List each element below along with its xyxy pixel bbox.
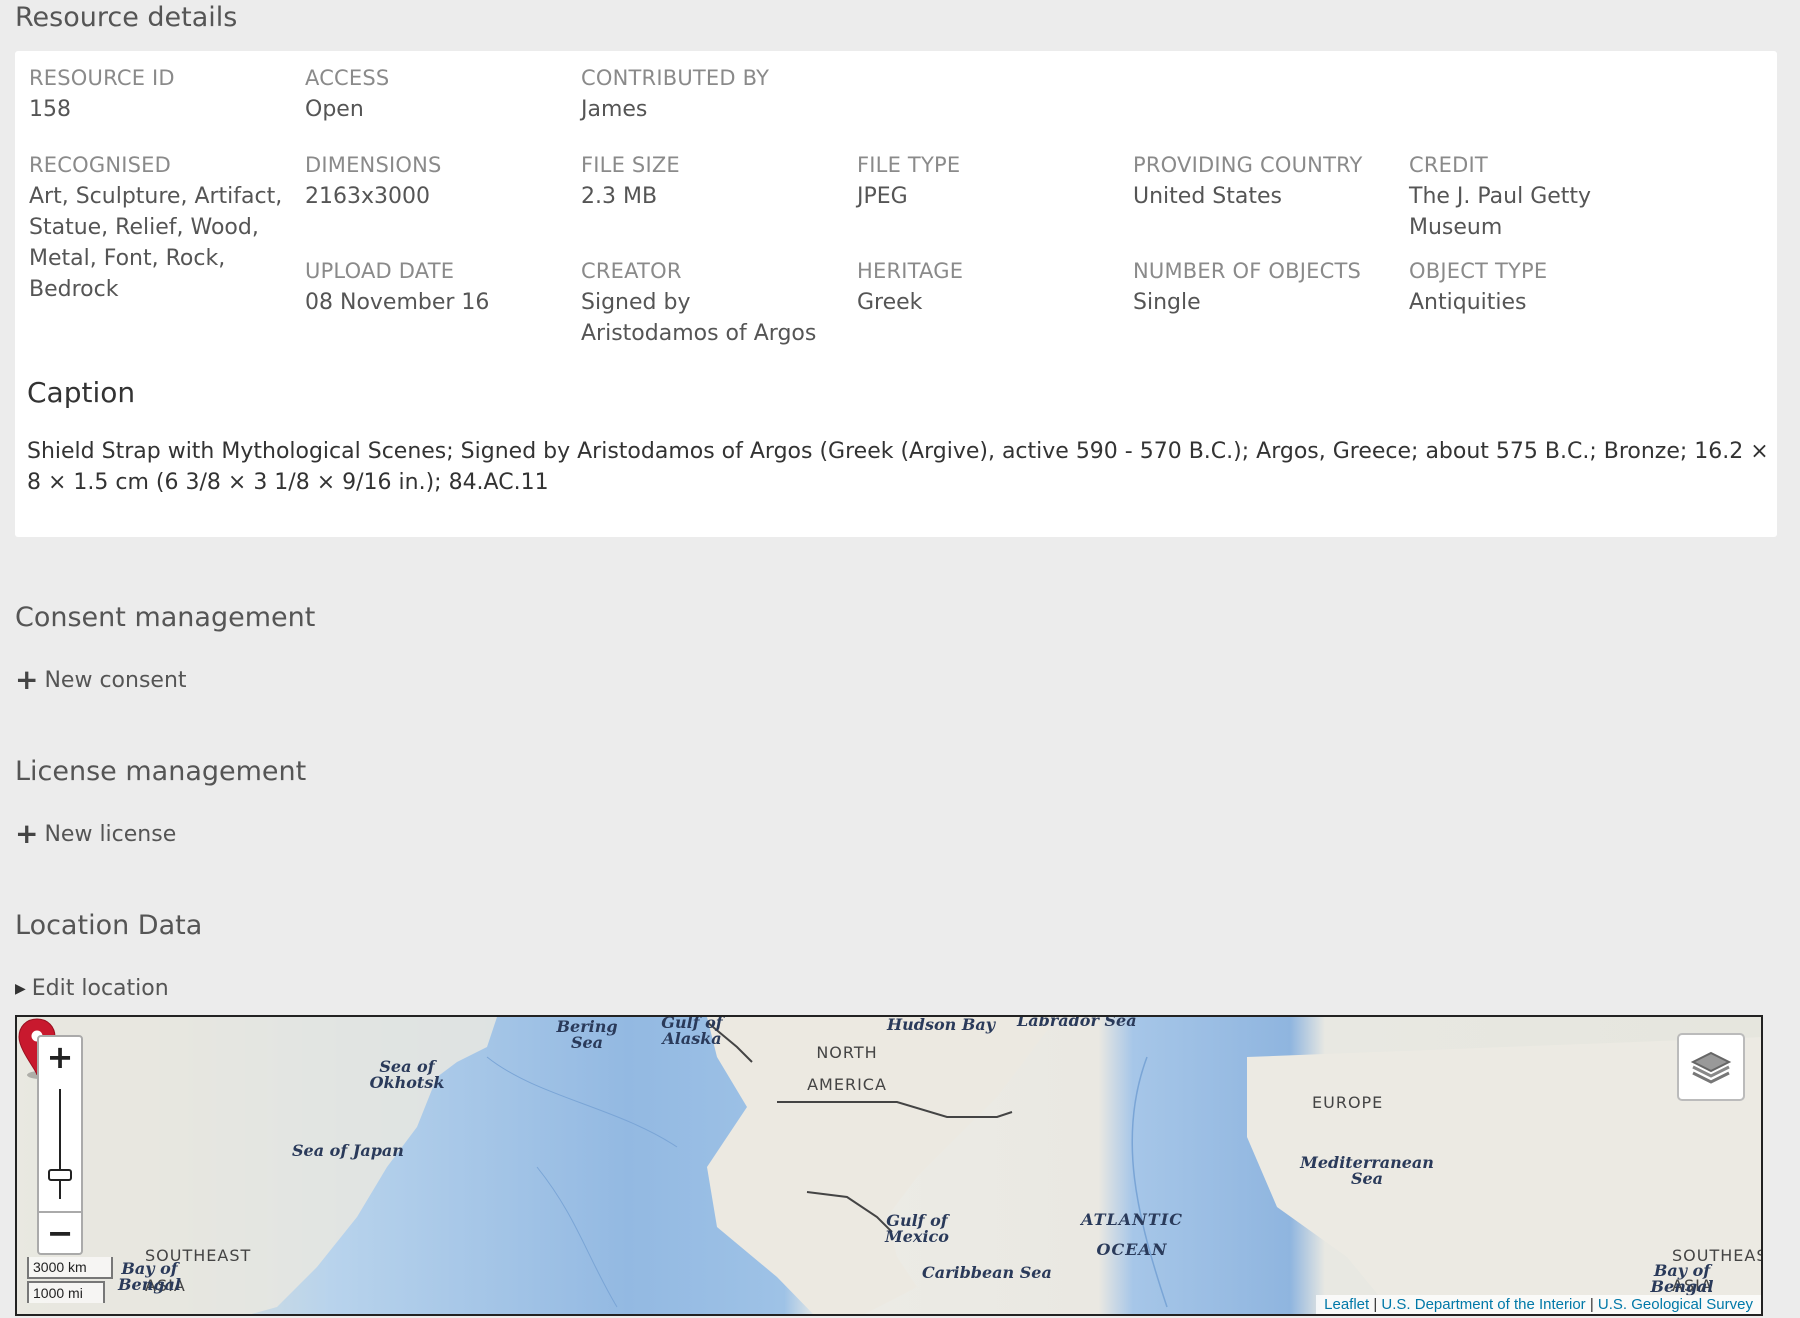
map-label-europe: EUROPE bbox=[1312, 1093, 1384, 1112]
new-consent-link[interactable]: + New consent bbox=[15, 666, 187, 694]
resource-details-card: RESOURCE ID 158 ACCESS Open CONTRIBUTED … bbox=[15, 51, 1777, 537]
field-heritage: HERITAGE Greek bbox=[857, 256, 1127, 318]
new-license-label: New license bbox=[44, 821, 177, 847]
layers-icon bbox=[1690, 1051, 1732, 1084]
field-label: CONTRIBUTED BY bbox=[581, 66, 770, 90]
map-label-hudson-bay: Hudson Bay bbox=[887, 1015, 996, 1034]
field-value: United States bbox=[1133, 184, 1282, 209]
field-label: HERITAGE bbox=[857, 259, 964, 283]
field-value: 2163x3000 bbox=[305, 184, 430, 209]
map-label-atlantic-ocean: ATLANTIC OCEAN bbox=[1081, 1210, 1183, 1259]
field-value: 2.3 MB bbox=[581, 184, 658, 209]
layers-button[interactable] bbox=[1677, 1033, 1745, 1101]
field-label: UPLOAD DATE bbox=[305, 259, 455, 283]
field-object-type: OBJECT TYPE Antiquities bbox=[1409, 256, 1679, 318]
zoom-control: + − bbox=[37, 1035, 83, 1255]
field-label: NUMBER OF OBJECTS bbox=[1133, 259, 1362, 283]
field-value: Single bbox=[1133, 290, 1201, 315]
field-label: FILE SIZE bbox=[581, 153, 680, 177]
field-value: The J. Paul Getty Museum bbox=[1409, 184, 1592, 240]
field-providing-country: PROVIDING COUNTRY United States bbox=[1133, 150, 1403, 212]
edit-location-link[interactable]: ▶ Edit location bbox=[15, 976, 169, 1001]
attribution-separator: | bbox=[1585, 1296, 1598, 1313]
field-file-size: FILE SIZE 2.3 MB bbox=[581, 150, 851, 212]
field-value: JPEG bbox=[857, 184, 908, 209]
map-label-north-america: NORTH AMERICA bbox=[807, 1043, 887, 1094]
caption-text: Shield Strap with Mythological Scenes; S… bbox=[27, 439, 1769, 495]
map-label-gulf-of-mexico: Gulf of Mexico bbox=[885, 1211, 949, 1246]
field-label: DIMENSIONS bbox=[305, 153, 442, 177]
map-attribution: Leaflet | U.S. Department of the Interio… bbox=[1316, 1295, 1761, 1314]
zoom-slider-handle[interactable] bbox=[48, 1169, 72, 1181]
field-label: FILE TYPE bbox=[857, 153, 961, 177]
caption-title: Caption bbox=[27, 376, 136, 409]
map-scale: 3000 km 1000 mi bbox=[27, 1257, 113, 1305]
map-label-bay-of-bengal-right: Bay of Bengal bbox=[1650, 1261, 1714, 1296]
map-label-sea-of-japan: Sea of Japan bbox=[292, 1141, 404, 1160]
map-label-bay-of-bengal-left: Bay of Bengal bbox=[118, 1259, 181, 1294]
field-value: 158 bbox=[29, 97, 71, 122]
zoom-in-button[interactable]: + bbox=[39, 1037, 81, 1079]
map-label-caribbean-sea: Caribbean Sea bbox=[922, 1263, 1052, 1282]
field-label: OBJECT TYPE bbox=[1409, 259, 1548, 283]
scale-km: 3000 km bbox=[27, 1257, 113, 1279]
edit-location-label: Edit location bbox=[31, 976, 169, 1001]
zoom-slider-track[interactable] bbox=[59, 1089, 61, 1199]
map-label-sea-of-okhotsk: Sea of Okhotsk bbox=[369, 1057, 445, 1092]
field-dimensions: DIMENSIONS 2163x3000 bbox=[305, 150, 575, 212]
field-value: Signed by Aristodamos of Argos bbox=[581, 290, 817, 346]
field-credit: CREDIT The J. Paul Getty Museum bbox=[1409, 150, 1639, 243]
field-value: Antiquities bbox=[1409, 290, 1527, 315]
field-number-of-objects: NUMBER OF OBJECTS Single bbox=[1133, 256, 1403, 318]
plus-icon: + bbox=[15, 663, 39, 696]
location-data-title: Location Data bbox=[15, 910, 203, 941]
field-contributed-by: CONTRIBUTED BY James bbox=[581, 63, 851, 125]
caret-right-icon: ▶ bbox=[15, 980, 26, 997]
field-label: ACCESS bbox=[305, 66, 390, 90]
leaflet-link[interactable]: Leaflet bbox=[1324, 1296, 1369, 1313]
field-value: Greek bbox=[857, 290, 923, 315]
map-label-bering-sea: Bering Sea bbox=[556, 1017, 618, 1052]
location-map[interactable]: Bering Sea Gulf of Alaska Hudson Bay Lab… bbox=[15, 1015, 1763, 1316]
consent-management-title: Consent management bbox=[15, 602, 316, 633]
field-value: Open bbox=[305, 97, 364, 122]
field-value: 08 November 16 bbox=[305, 290, 490, 315]
new-license-link[interactable]: + New license bbox=[15, 820, 176, 848]
field-resource-id: RESOURCE ID 158 bbox=[29, 63, 299, 125]
field-file-type: FILE TYPE JPEG bbox=[857, 150, 1127, 212]
new-consent-label: New consent bbox=[44, 667, 187, 693]
map-label-gulf-of-alaska: Gulf of Alaska bbox=[661, 1015, 723, 1048]
scale-mi: 1000 mi bbox=[27, 1281, 105, 1303]
doi-link[interactable]: U.S. Department of the Interior bbox=[1381, 1296, 1585, 1313]
resource-details-title: Resource details bbox=[15, 2, 238, 33]
field-value: Art, Sculpture, Artifact, Statue, Relief… bbox=[29, 184, 283, 302]
field-creator: CREATOR Signed by Aristodamos of Argos bbox=[581, 256, 831, 349]
field-label: CREATOR bbox=[581, 259, 682, 283]
map-label-labrador-sea: Labrador Sea bbox=[1017, 1015, 1137, 1030]
field-label: CREDIT bbox=[1409, 153, 1488, 177]
field-label: RESOURCE ID bbox=[29, 66, 175, 90]
field-value: James bbox=[581, 97, 648, 122]
field-access: ACCESS Open bbox=[305, 63, 575, 125]
attribution-separator: | bbox=[1369, 1296, 1382, 1313]
field-recognised: RECOGNISED Art, Sculpture, Artifact, Sta… bbox=[29, 150, 295, 305]
field-upload-date: UPLOAD DATE 08 November 16 bbox=[305, 256, 575, 318]
map-label-mediterranean-sea: Mediterranean Sea bbox=[1300, 1153, 1434, 1188]
license-management-title: License management bbox=[15, 756, 307, 787]
plus-icon: + bbox=[15, 817, 39, 850]
zoom-out-button[interactable]: − bbox=[39, 1211, 81, 1253]
field-label: PROVIDING COUNTRY bbox=[1133, 153, 1363, 177]
usgs-link[interactable]: U.S. Geological Survey bbox=[1598, 1296, 1753, 1313]
field-label: RECOGNISED bbox=[29, 153, 171, 177]
